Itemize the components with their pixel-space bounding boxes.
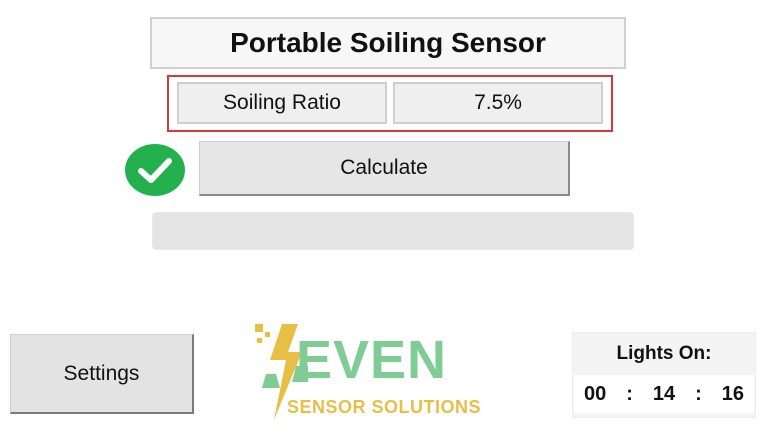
check-circle-icon xyxy=(124,143,186,197)
timer-separator: : xyxy=(626,382,633,405)
lights-on-timer: 00 : 14 : 16 xyxy=(574,375,754,413)
soiling-ratio-label: Soiling Ratio xyxy=(177,82,387,124)
logo-tagline: SENSOR SOLUTIONS xyxy=(287,397,482,417)
timer-seconds: 16 xyxy=(721,382,744,405)
logo-wordmark: EVEN xyxy=(296,330,448,390)
lights-on-title: Lights On: xyxy=(616,343,712,364)
calculate-button[interactable]: Calculate xyxy=(199,141,570,196)
settings-button[interactable]: Settings xyxy=(10,334,194,414)
soiling-ratio-value: 7.5% xyxy=(393,82,603,124)
timer-hours: 00 xyxy=(583,382,607,405)
page-title: Portable Soiling Sensor xyxy=(150,17,626,69)
timer-separator: : xyxy=(695,382,702,405)
progress-bar xyxy=(152,212,634,250)
timer-minutes: 14 xyxy=(652,382,676,405)
